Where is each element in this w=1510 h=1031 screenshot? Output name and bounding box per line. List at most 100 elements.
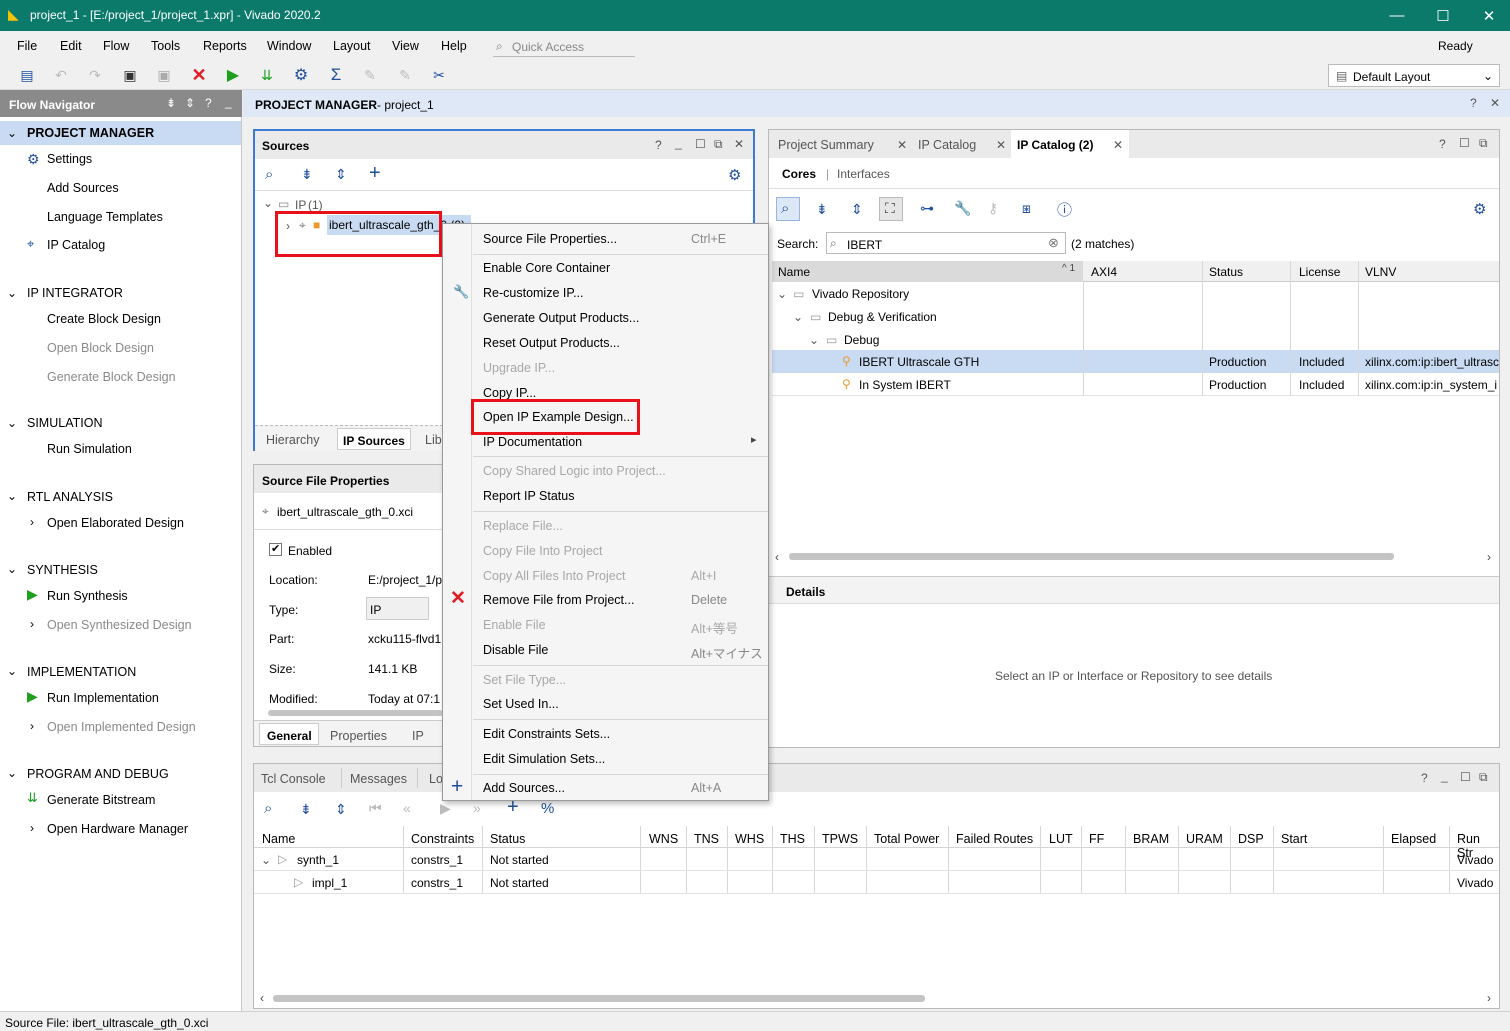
col-ff[interactable]: FF [1089,832,1104,846]
help-icon[interactable]: ? [655,138,662,152]
expand-all-icon[interactable]: ⇕ [185,96,195,110]
ip-row[interactable]: ⚲ In System IBERT Production Included xi… [772,373,1499,396]
menu-upgrade-ip[interactable]: Upgrade IP... [483,361,555,375]
menu-copy-all-files[interactable]: Copy All Files Into Project [483,569,625,583]
menu-reset-output-products[interactable]: Reset Output Products... [483,336,620,350]
help-icon[interactable]: ? [1439,137,1446,151]
maximize-panel-icon[interactable]: ☐ [1459,136,1470,150]
tab-hierarchy[interactable]: Hierarchy [266,433,320,447]
horizontal-scrollbar[interactable] [789,553,1394,560]
close-icon[interactable]: ✕ [1466,0,1510,31]
collapse-all-icon[interactable]: ⇟ [166,96,176,110]
chevron-down-icon[interactable]: ⌄ [7,664,17,678]
nav-section-program-debug[interactable]: PROGRAM AND DEBUG [27,767,169,781]
nav-run-synthesis[interactable]: Run Synthesis [47,589,128,603]
nav-run-implementation[interactable]: Run Implementation [47,691,159,705]
expand-all-icon[interactable]: ⇕ [335,166,347,183]
close-tab-icon[interactable]: ✕ [996,138,1006,152]
chevron-down-icon[interactable]: ⌄ [7,489,17,503]
menu-layout[interactable]: Layout [333,39,371,53]
nav-section-synthesis[interactable]: SYNTHESIS [27,563,98,577]
quick-access-input[interactable]: ⌕ Quick Access [493,35,635,57]
subtab-cores[interactable]: Cores [782,167,816,181]
col-bram[interactable]: BRAM [1133,832,1169,846]
menu-tools[interactable]: Tools [151,39,180,53]
launch-run-icon[interactable]: ▶ [440,800,451,817]
column-status[interactable]: Status [1209,265,1243,279]
col-constraints[interactable]: Constraints [411,832,474,846]
nav-section-simulation[interactable]: SIMULATION [27,416,102,430]
horizontal-scrollbar[interactable] [273,995,925,1002]
settings-icon[interactable]: ⚙ [292,66,310,84]
nav-section-ip-integrator[interactable]: IP INTEGRATOR [27,286,123,300]
subtab-interfaces[interactable]: Interfaces [837,167,890,181]
menu-generate-output-products[interactable]: Generate Output Products... [483,311,639,325]
help-icon[interactable]: ? [1470,96,1477,110]
tool-disabled-icon[interactable]: ✎ [361,66,379,84]
scroll-left-icon[interactable]: ‹ [260,991,264,1005]
first-icon[interactable]: ⏮ [369,800,382,817]
nav-generate-bitstream[interactable]: Generate Bitstream [47,793,155,807]
chevron-down-icon[interactable]: ⌄ [261,853,271,867]
menu-edit-simulation-sets[interactable]: Edit Simulation Sets... [483,752,605,766]
menu-view[interactable]: View [392,39,419,53]
nav-ip-catalog[interactable]: IP Catalog [47,238,105,252]
undo-icon[interactable]: ↶ [52,66,70,84]
col-tns[interactable]: TNS [694,832,719,846]
tab-ip-sources[interactable]: IP Sources [337,428,411,450]
tab-ip[interactable]: IP [412,729,424,743]
float-panel-icon[interactable]: ⧉ [1479,136,1488,151]
col-wns[interactable]: WNS [649,832,678,846]
col-start[interactable]: Start [1281,832,1307,846]
close-tab-icon[interactable]: ✕ [897,138,907,152]
close-tab-icon[interactable]: ✕ [1113,138,1123,152]
expand-all-icon[interactable]: ⇕ [335,801,347,818]
ip-row-selected[interactable]: ⚲ IBERT Ultrascale GTH Production Includ… [772,350,1499,373]
menu-add-sources[interactable]: Add Sources... [483,781,565,795]
run-row-impl[interactable]: ▷ impl_1 constrs_1 Not started Vivado [254,871,1499,894]
tab-ip-catalog-2[interactable]: IP Catalog (2) ✕ [1011,130,1129,158]
menu-flow[interactable]: Flow [103,39,129,53]
menu-replace-file[interactable]: Replace File... [483,519,563,533]
type-field[interactable]: IP [366,597,429,620]
menu-copy-shared-logic[interactable]: Copy Shared Logic into Project... [483,464,666,478]
clear-search-icon[interactable]: ⊗ [1048,235,1059,251]
tab-ip-catalog[interactable]: IP Catalog [918,138,976,152]
chevron-down-icon[interactable]: ⌄ [809,333,819,347]
scroll-left-icon[interactable]: ‹ [775,550,779,564]
menu-help[interactable]: Help [441,39,467,53]
tab-messages[interactable]: Messages [350,772,407,786]
help-icon[interactable]: ? [205,96,212,110]
scroll-right-icon[interactable]: › [1487,991,1491,1005]
minimize-panel-icon[interactable]: _ [225,95,232,109]
gear-icon[interactable]: ⚙ [1473,200,1486,218]
col-name[interactable]: Name [262,832,295,846]
col-failed-routes[interactable]: Failed Routes [956,832,1033,846]
menu-ip-documentation[interactable]: IP Documentation [483,435,582,449]
col-uram[interactable]: URAM [1186,832,1223,846]
col-tpws[interactable]: TPWS [822,832,858,846]
chevron-down-icon[interactable]: ⌄ [7,562,17,576]
nav-open-synthesized-design[interactable]: Open Synthesized Design [47,618,192,632]
enabled-checkbox[interactable]: ✔ [269,543,282,556]
run-icon[interactable]: ▶ [224,66,242,84]
menu-disable-file[interactable]: Disable File [483,643,548,657]
expand-all-icon[interactable]: ⇕ [851,201,863,218]
chevron-right-icon[interactable]: › [30,719,34,733]
menu-remove-file[interactable]: Remove File from Project... [483,593,634,607]
collapse-all-icon[interactable]: ⇟ [816,201,828,218]
minimize-icon[interactable]: — [1374,0,1420,31]
nav-section-project-manager[interactable]: PROJECT MANAGER [27,126,154,140]
menu-enable-core-container[interactable]: Enable Core Container [483,261,610,275]
chevron-down-icon[interactable]: ⌄ [7,126,17,140]
percent-icon[interactable]: % [541,800,554,817]
menu-edit[interactable]: Edit [60,39,82,53]
menu-enable-file[interactable]: Enable File [483,618,546,632]
ip-node-label[interactable]: IP [295,198,306,212]
tab-tcl-console[interactable]: Tcl Console [261,772,326,786]
menu-reports[interactable]: Reports [203,39,247,53]
minimize-panel-icon[interactable]: _ [1441,769,1448,783]
tree-debug-verification[interactable]: Debug & Verification [828,310,937,324]
close-icon[interactable]: ✕ [734,137,744,151]
column-license[interactable]: License [1299,265,1340,279]
